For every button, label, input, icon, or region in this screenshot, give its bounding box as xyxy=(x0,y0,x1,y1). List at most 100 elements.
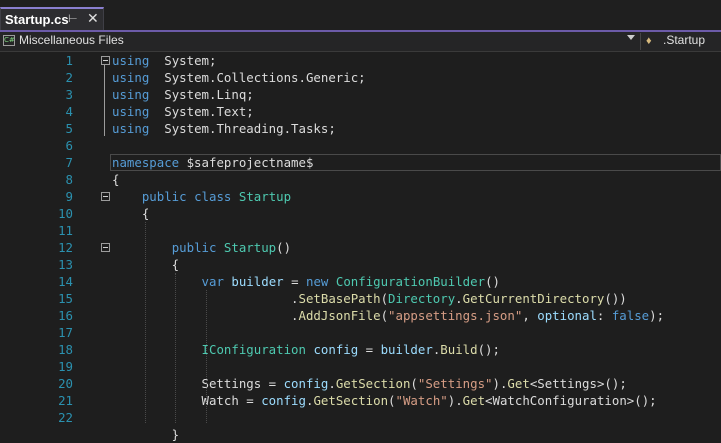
code-line[interactable]: 7 namespace $safeprojectname$ xyxy=(0,154,721,171)
code-token: class xyxy=(194,189,232,204)
code-token: . xyxy=(455,291,463,306)
code-line[interactable]: 4 using System.Text; xyxy=(0,103,721,120)
code-line[interactable]: 22 xyxy=(0,409,721,426)
tab-title: Startup.cs xyxy=(5,12,69,27)
code-line[interactable]: 18 IConfiguration config = builder.Build… xyxy=(0,341,721,358)
code-token: <WatchConfiguration>(); xyxy=(485,393,657,408)
code-token: SetBasePath xyxy=(298,291,381,306)
code-line[interactable]: 11 xyxy=(0,222,721,239)
code-token: config xyxy=(283,376,329,391)
code-line[interactable]: 14 var builder = new ConfigurationBuilde… xyxy=(0,273,721,290)
code-token: , xyxy=(522,308,538,323)
code-line[interactable]: 12 public Startup() xyxy=(0,239,721,256)
collapse-icon[interactable] xyxy=(101,243,110,252)
code-line[interactable]: 21 Watch = config.GetSection("Watch").Ge… xyxy=(0,392,721,409)
line-number: 5 xyxy=(65,121,73,136)
code-token: Get xyxy=(462,393,486,408)
class-icon: ♦ xyxy=(646,35,652,47)
line-number: 12 xyxy=(58,240,73,255)
code-token: new xyxy=(306,274,329,289)
code-text: { xyxy=(112,205,149,222)
line-number: 10 xyxy=(58,206,73,221)
code-token: builder xyxy=(231,274,284,289)
code-token: (); xyxy=(477,342,500,357)
code-line[interactable]: 8{ xyxy=(0,171,721,188)
code-text: Settings = config.GetSection("Settings")… xyxy=(112,375,627,392)
line-number: 13 xyxy=(58,257,73,272)
indent-guide xyxy=(145,222,146,423)
code-token: using xyxy=(112,70,150,85)
code-line[interactable]: 16 .AddJsonFile("appsettings.json", opti… xyxy=(0,307,721,324)
csharp-project-icon: C# xyxy=(3,35,15,46)
code-token: . xyxy=(328,376,336,391)
code-line[interactable]: 6 xyxy=(0,137,721,154)
code-line[interactable]: 13 { xyxy=(0,256,721,273)
code-token: ); xyxy=(649,308,665,323)
code-token: config xyxy=(313,342,359,357)
document-tab-strip: Startup.cs ⊢ ✕ xyxy=(0,0,721,32)
code-token: config xyxy=(261,393,306,408)
code-token: <Settings>(); xyxy=(529,376,627,391)
code-line[interactable]: 5 using System.Threading.Tasks; xyxy=(0,120,721,137)
member-dropdown[interactable]: .Startup xyxy=(663,33,705,47)
code-text: using System.Text; xyxy=(112,103,254,120)
line-number: 19 xyxy=(58,359,73,374)
line-number: 1 xyxy=(65,53,73,68)
code-text: .SetBasePath(Directory.GetCurrentDirecto… xyxy=(112,290,627,307)
code-line[interactable]: 19 xyxy=(0,358,721,375)
code-token: ConfigurationBuilder xyxy=(335,274,486,289)
code-line[interactable]: 10 { xyxy=(0,205,721,222)
code-token: Startup xyxy=(238,189,292,204)
code-token: using xyxy=(112,121,150,136)
code-text: namespace $safeprojectname$ xyxy=(112,154,313,171)
close-icon[interactable]: ✕ xyxy=(87,10,101,26)
collapse-icon[interactable] xyxy=(101,192,110,201)
code-token: "Settings" xyxy=(417,376,493,391)
code-text: using System.Linq; xyxy=(112,86,254,103)
code-token: ( xyxy=(380,308,389,323)
tab-startup-cs[interactable]: Startup.cs ⊢ ✕ xyxy=(0,7,104,30)
code-token: () xyxy=(276,240,292,255)
code-text: { xyxy=(112,171,119,188)
code-editor[interactable]: 1 using System; 2 using System.Collections.… xyxy=(0,52,721,442)
code-token: System.Threading.Tasks; xyxy=(149,121,336,136)
code-line[interactable]: 20 Settings = config.GetSection("Setting… xyxy=(0,375,721,392)
code-text: using System; xyxy=(112,52,216,69)
code-token: optional xyxy=(537,308,597,323)
code-line[interactable]: 17 xyxy=(0,324,721,341)
code-token: false xyxy=(611,308,650,323)
code-token: { xyxy=(112,172,120,187)
code-token: ()) xyxy=(604,291,627,306)
code-line[interactable]: 9 public class Startup xyxy=(0,188,721,205)
code-token: using xyxy=(112,87,150,102)
code-line[interactable]: 1 using System; xyxy=(0,52,721,69)
line-number: 7 xyxy=(65,155,73,170)
line-number: 17 xyxy=(58,325,73,340)
code-token: ( xyxy=(410,376,418,391)
code-line[interactable]: 2 using System.Collections.Generic; xyxy=(0,69,721,86)
navigation-bar: C# Miscellaneous Files ♦ .Startup xyxy=(0,32,721,52)
code-token: AddJsonFile xyxy=(298,308,381,323)
code-token: using xyxy=(112,53,150,68)
collapse-icon[interactable] xyxy=(101,56,110,65)
code-token: System; xyxy=(149,53,217,68)
project-dropdown[interactable]: Miscellaneous Files xyxy=(19,33,124,47)
code-token: = xyxy=(358,342,381,357)
code-line[interactable]: 15 .SetBasePath(Directory.GetCurrentDire… xyxy=(0,290,721,307)
code-token: Get xyxy=(507,376,530,391)
code-token: GetCurrentDirectory xyxy=(462,291,605,306)
chevron-down-icon[interactable] xyxy=(627,35,635,40)
code-token: public xyxy=(171,240,217,255)
indent-guide xyxy=(175,273,176,423)
pin-icon[interactable]: ⊢ xyxy=(68,12,78,26)
code-line[interactable]: 3 using System.Linq; xyxy=(0,86,721,103)
code-token: System.Collections.Generic; xyxy=(149,70,366,85)
navbar-divider xyxy=(640,33,641,50)
line-number: 11 xyxy=(58,223,73,238)
line-number: 9 xyxy=(65,189,73,204)
code-token: System.Linq; xyxy=(149,87,254,102)
code-token: Startup xyxy=(223,240,277,255)
